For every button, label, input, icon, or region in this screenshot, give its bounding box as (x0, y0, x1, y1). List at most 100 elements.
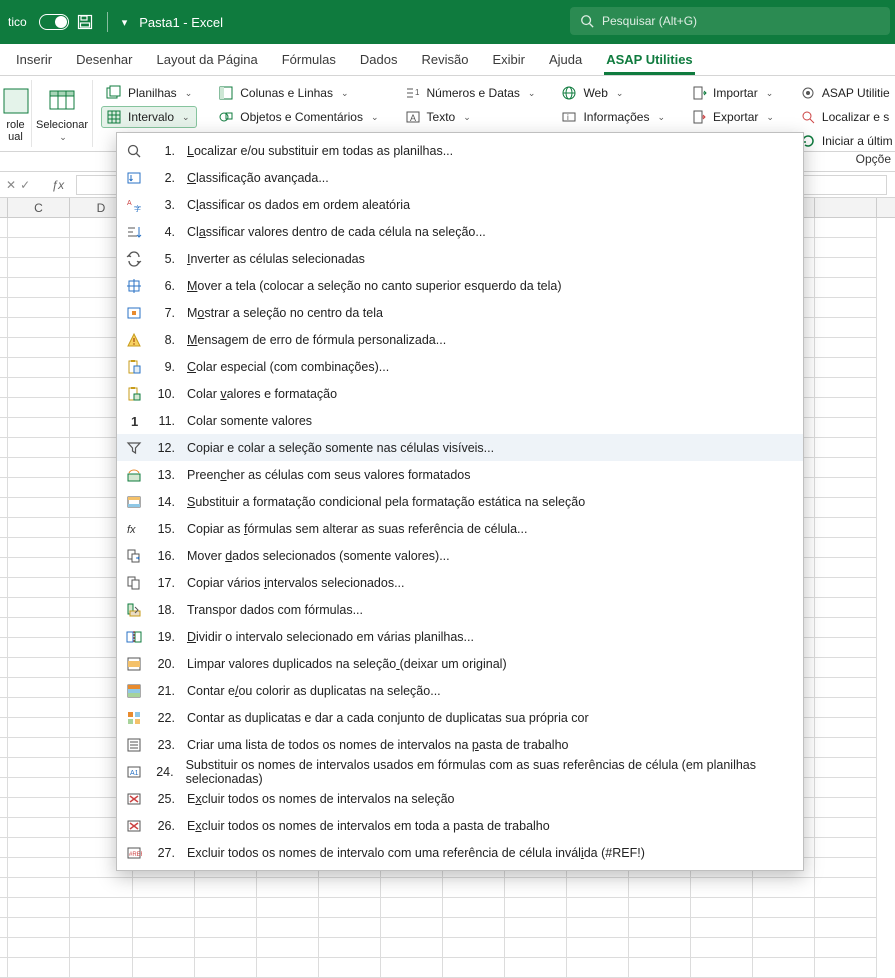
cmd-iniciar-ultima[interactable]: Iniciar a últim (795, 130, 895, 152)
cell[interactable] (815, 958, 877, 978)
cell[interactable] (133, 918, 195, 938)
menu-item-21[interactable]: 21.Contar e/ou colorir as duplicatas na … (117, 677, 803, 704)
cmd-numeros-datas[interactable]: 1 Números e Datas⌄ (400, 82, 541, 104)
save-icon[interactable] (77, 14, 93, 30)
cell[interactable] (815, 718, 877, 738)
cell[interactable] (815, 878, 877, 898)
cell[interactable] (0, 398, 8, 418)
cell[interactable] (257, 918, 319, 938)
cell[interactable] (195, 898, 257, 918)
cell[interactable] (0, 238, 8, 258)
cell[interactable] (815, 498, 877, 518)
cell[interactable] (0, 278, 8, 298)
cell[interactable] (815, 398, 877, 418)
cell[interactable] (8, 798, 70, 818)
cell[interactable] (0, 418, 8, 438)
cell[interactable] (629, 918, 691, 938)
cell[interactable] (0, 958, 8, 978)
cell[interactable] (691, 878, 753, 898)
tab-desenhar[interactable]: Desenhar (74, 46, 134, 75)
cell[interactable] (505, 898, 567, 918)
cell[interactable] (8, 678, 70, 698)
ribbon-button-selecionar[interactable]: Selecionar⌄ (32, 80, 93, 147)
cell[interactable] (8, 818, 70, 838)
cell[interactable] (0, 478, 8, 498)
cell[interactable] (815, 338, 877, 358)
cell[interactable] (8, 418, 70, 438)
cell[interactable] (8, 458, 70, 478)
cell[interactable] (815, 898, 877, 918)
cell[interactable] (815, 238, 877, 258)
cmd-asap-utilities[interactable]: ASAP Utilitie (795, 82, 895, 104)
cell[interactable] (0, 598, 8, 618)
cell[interactable] (0, 838, 8, 858)
menu-item-4[interactable]: 4.Classificar valores dentro de cada cél… (117, 218, 803, 245)
cell[interactable] (8, 278, 70, 298)
customize-qat-chevron-icon[interactable]: ▾ (122, 16, 128, 29)
cell[interactable] (381, 878, 443, 898)
cmd-exportar[interactable]: Exportar⌄ (686, 106, 779, 128)
cmd-localizar-substituir[interactable]: Localizar e s (795, 106, 895, 128)
cell[interactable] (8, 378, 70, 398)
cell[interactable] (815, 298, 877, 318)
cell[interactable] (443, 958, 505, 978)
menu-item-20[interactable]: 20.Limpar valores duplicados na seleção … (117, 650, 803, 677)
cell[interactable] (815, 538, 877, 558)
cmd-opcoes-label[interactable]: Opçõe (856, 152, 891, 166)
cell[interactable] (257, 958, 319, 978)
cell[interactable] (257, 898, 319, 918)
cell[interactable] (381, 898, 443, 918)
cell[interactable] (257, 938, 319, 958)
cell[interactable] (443, 898, 505, 918)
cell[interactable] (133, 878, 195, 898)
cell[interactable] (8, 298, 70, 318)
cell[interactable] (195, 918, 257, 938)
fx-icon[interactable]: ƒx (30, 178, 70, 192)
cell[interactable] (567, 898, 629, 918)
menu-item-17[interactable]: 17.Copiar vários intervalos selecionados… (117, 569, 803, 596)
cell[interactable] (629, 938, 691, 958)
cell[interactable] (567, 958, 629, 978)
cell[interactable] (753, 898, 815, 918)
cell[interactable] (8, 638, 70, 658)
cell[interactable] (815, 818, 877, 838)
cmd-planilhas[interactable]: Planilhas⌄ (101, 82, 197, 104)
tab-inserir[interactable]: Inserir (14, 46, 54, 75)
cell[interactable] (691, 938, 753, 958)
cell[interactable] (0, 318, 8, 338)
cell[interactable] (8, 738, 70, 758)
cmd-informacoes[interactable]: i Informações⌄ (556, 106, 670, 128)
cell[interactable] (8, 618, 70, 638)
cmd-intervalo[interactable]: Intervalo⌄ (101, 106, 197, 128)
cell[interactable] (815, 598, 877, 618)
cell[interactable] (8, 358, 70, 378)
cell[interactable] (0, 258, 8, 278)
cell[interactable] (0, 458, 8, 478)
cell[interactable] (8, 338, 70, 358)
menu-item-18[interactable]: 18.Transpor dados com fórmulas... (117, 596, 803, 623)
cell[interactable] (815, 678, 877, 698)
cell[interactable] (8, 318, 70, 338)
cmd-importar[interactable]: Importar⌄ (686, 82, 779, 104)
cell[interactable] (815, 318, 877, 338)
cell[interactable] (0, 618, 8, 638)
cell[interactable] (815, 558, 877, 578)
cell[interactable] (815, 938, 877, 958)
ribbon-group-controle[interactable]: roleual (0, 80, 32, 147)
cell[interactable] (0, 438, 8, 458)
tab-dados[interactable]: Dados (358, 46, 400, 75)
cell[interactable] (567, 878, 629, 898)
cell[interactable] (8, 558, 70, 578)
cell[interactable] (70, 898, 133, 918)
cell[interactable] (0, 358, 8, 378)
cell[interactable] (381, 958, 443, 978)
menu-item-26[interactable]: 26.Excluir todos os nomes de intervalos … (117, 812, 803, 839)
cell[interactable] (8, 838, 70, 858)
cell[interactable] (0, 698, 8, 718)
column-header[interactable] (0, 198, 8, 217)
cell[interactable] (0, 898, 8, 918)
cell[interactable] (8, 578, 70, 598)
menu-item-16[interactable]: 16.Mover dados selecionados (somente val… (117, 542, 803, 569)
cell[interactable] (8, 698, 70, 718)
menu-item-7[interactable]: 7.Mostrar a seleção no centro da tela (117, 299, 803, 326)
